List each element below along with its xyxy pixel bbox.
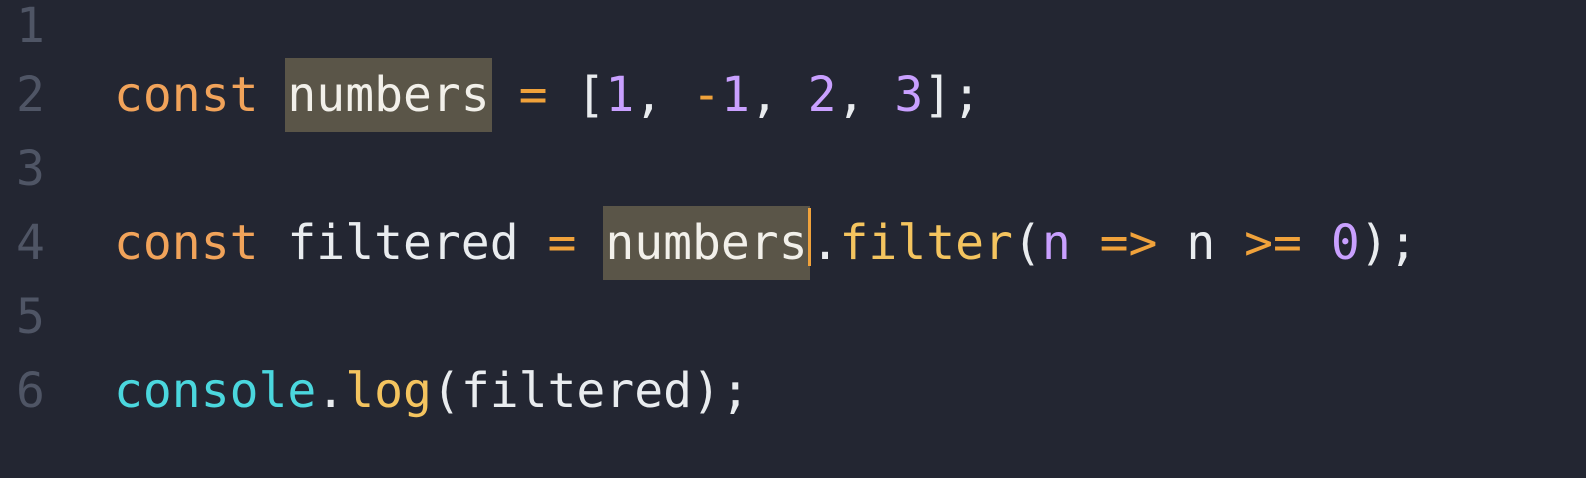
code-token[interactable]: , (750, 58, 779, 132)
code-token[interactable]: numbers (285, 58, 492, 132)
code-token[interactable]: 2 (808, 58, 837, 132)
code-content[interactable]: console.log(filtered); (114, 354, 750, 428)
code-line-3[interactable]: 3 (0, 132, 1586, 206)
code-token[interactable]: filtered (461, 354, 692, 428)
code-token[interactable] (490, 58, 519, 132)
code-token[interactable]: numbers (603, 206, 810, 280)
code-token[interactable] (1071, 206, 1100, 280)
code-token[interactable]: const (114, 206, 259, 280)
code-token[interactable] (259, 206, 288, 280)
code-token[interactable] (519, 206, 548, 280)
code-token[interactable] (865, 58, 894, 132)
code-token[interactable] (548, 58, 577, 132)
code-token[interactable] (663, 58, 692, 132)
code-token[interactable] (1215, 206, 1244, 280)
code-token[interactable]: => (1100, 206, 1158, 280)
code-editor[interactable]: 1 2 const numbers = [1, -1, 2, 3]; 3 4 c… (0, 0, 1586, 478)
code-token[interactable] (1302, 206, 1331, 280)
code-line-5[interactable]: 5 (0, 280, 1586, 354)
code-token[interactable]: console (114, 354, 316, 428)
code-line-1[interactable]: 1 (0, 0, 1586, 63)
code-token[interactable]: . (316, 354, 345, 428)
code-token[interactable]: ); (692, 354, 750, 428)
code-content[interactable]: const filtered = numbers.filter(n => n >… (114, 206, 1418, 280)
code-token[interactable]: ( (432, 354, 461, 428)
line-number: 3 (16, 141, 45, 197)
code-token[interactable] (779, 58, 808, 132)
code-token[interactable]: [ (576, 58, 605, 132)
line-number: 4 (16, 215, 45, 271)
code-token[interactable]: filter (840, 206, 1013, 280)
code-line-4[interactable]: 4 const filtered = numbers.filter(n => n… (0, 206, 1586, 280)
code-token[interactable]: . (811, 206, 840, 280)
code-token[interactable] (1157, 206, 1186, 280)
code-token[interactable]: , (837, 58, 866, 132)
code-token[interactable]: ); (1360, 206, 1418, 280)
code-token[interactable]: ]; (923, 58, 981, 132)
code-token[interactable]: , (634, 58, 663, 132)
code-token[interactable]: ( (1013, 206, 1042, 280)
code-token[interactable]: = (548, 206, 577, 280)
code-token[interactable]: 1 (605, 58, 634, 132)
code-token[interactable]: 1 (721, 58, 750, 132)
code-token[interactable]: n (1186, 206, 1215, 280)
code-token[interactable]: filtered (287, 206, 518, 280)
code-token[interactable]: n (1042, 206, 1071, 280)
code-token[interactable]: 0 (1331, 206, 1360, 280)
code-line-6[interactable]: 6 console.log(filtered); (0, 354, 1586, 428)
line-number: 5 (16, 289, 45, 345)
code-token[interactable] (576, 206, 605, 280)
code-line-2[interactable]: 2 const numbers = [1, -1, 2, 3]; (0, 58, 1586, 132)
line-number: 1 (16, 0, 45, 54)
code-token[interactable]: >= (1244, 206, 1302, 280)
code-content[interactable]: const numbers = [1, -1, 2, 3]; (114, 58, 981, 132)
code-token[interactable]: = (519, 58, 548, 132)
code-token[interactable] (259, 58, 288, 132)
code-token[interactable]: log (345, 354, 432, 428)
code-token[interactable]: 3 (894, 58, 923, 132)
line-number: 2 (16, 67, 45, 123)
code-token[interactable]: const (114, 58, 259, 132)
line-number: 6 (16, 363, 45, 419)
code-token[interactable]: - (692, 58, 721, 132)
